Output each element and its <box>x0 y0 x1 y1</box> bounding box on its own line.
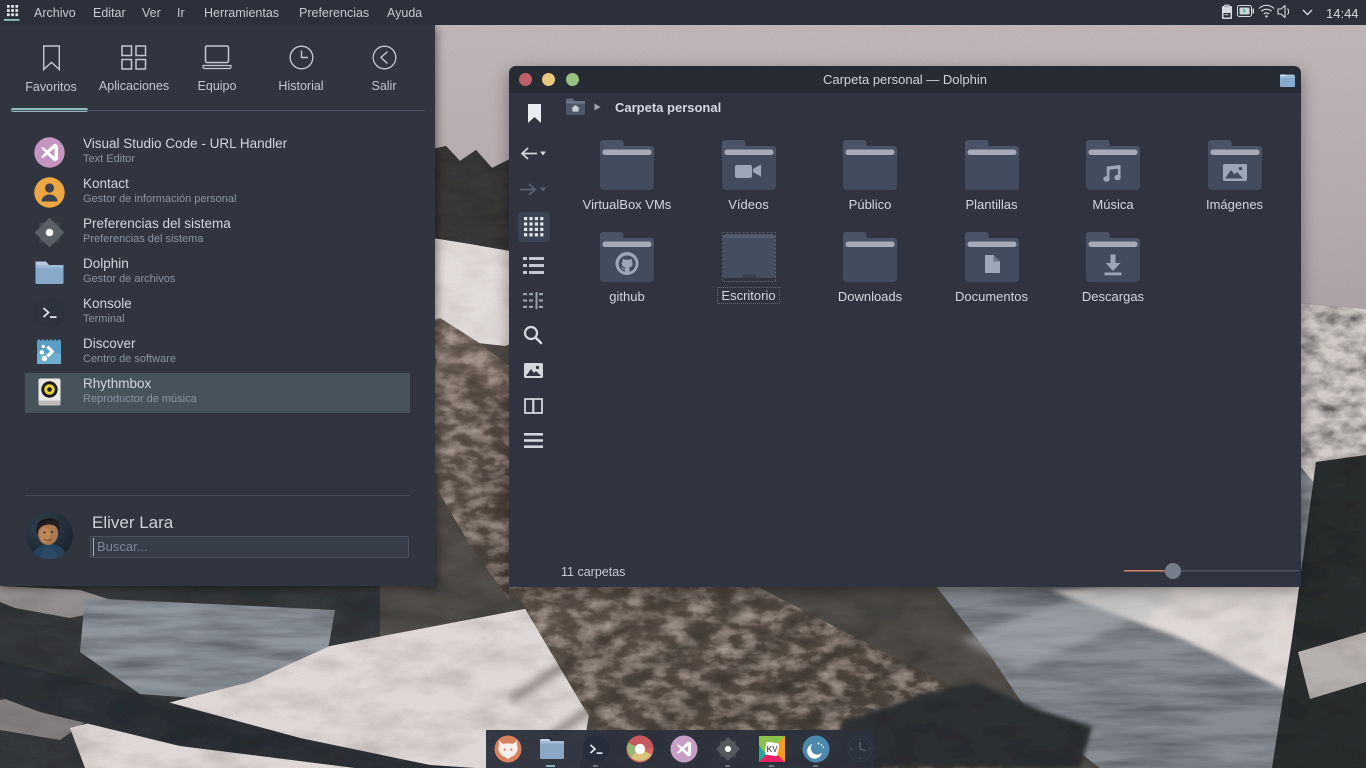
svg-text:KV: KV <box>766 745 778 754</box>
